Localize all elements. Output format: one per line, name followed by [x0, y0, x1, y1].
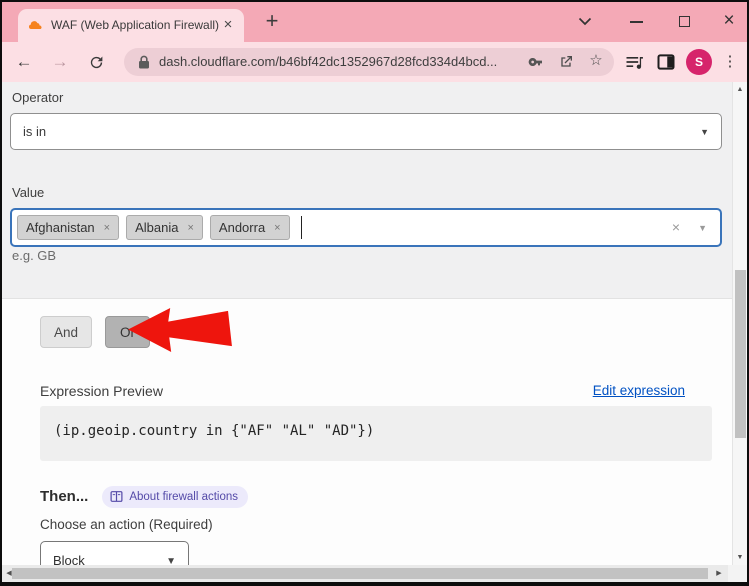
- vertical-scrollbar-thumb[interactable]: [735, 270, 746, 438]
- rule-logic-section: And Or Expression Preview Edit expressio…: [2, 299, 732, 565]
- tag-label: Afghanistan: [26, 220, 95, 235]
- tab-close-icon[interactable]: ×: [219, 16, 237, 34]
- action-select[interactable]: Block ▼: [40, 541, 189, 565]
- forward-button[interactable]: →: [48, 50, 72, 74]
- scrollbar-corner: [728, 565, 747, 582]
- media-controls-icon[interactable]: [624, 52, 644, 77]
- chevron-down-icon[interactable]: ▼: [698, 210, 707, 245]
- tab-title: WAF (Web Application Firewall) |: [51, 9, 219, 42]
- value-label: Value: [12, 185, 44, 200]
- tag-afghanistan: Afghanistan ×: [17, 215, 119, 240]
- tag-row: Afghanistan × Albania × Andorra ×: [17, 215, 302, 240]
- tag-remove-icon[interactable]: ×: [104, 222, 110, 234]
- tag-label: Andorra: [219, 220, 265, 235]
- side-panel-icon[interactable]: [656, 52, 676, 77]
- tag-remove-icon[interactable]: ×: [187, 222, 193, 234]
- action-value: Block: [53, 542, 85, 565]
- password-key-icon[interactable]: [528, 54, 544, 70]
- browser-menu-icon[interactable]: ⋮: [722, 50, 738, 74]
- scroll-up-icon[interactable]: ▲: [733, 86, 747, 93]
- annotation-arrow-icon: [126, 305, 234, 359]
- then-label: Then...: [40, 488, 88, 505]
- cloudflare-favicon-icon: [28, 18, 44, 34]
- chevron-down-icon: ▼: [700, 114, 709, 149]
- tag-remove-icon[interactable]: ×: [274, 222, 280, 234]
- scroll-down-icon[interactable]: ▼: [733, 554, 747, 561]
- browser-window: WAF (Web Application Firewall) | × + × ←…: [0, 0, 749, 586]
- edit-expression-link[interactable]: Edit expression: [593, 383, 685, 398]
- and-button[interactable]: And: [40, 316, 92, 348]
- tag-label: Albania: [135, 220, 178, 235]
- expression-preview-box: (ip.geoip.country in {"AF" "AL" "AD"}): [40, 406, 712, 461]
- minimize-button[interactable]: [630, 21, 643, 23]
- back-button[interactable]: ←: [12, 50, 36, 74]
- maximize-button[interactable]: [679, 16, 690, 27]
- address-bar[interactable]: dash.cloudflare.com/b46bf42dc1352967d28f…: [124, 48, 614, 76]
- value-hint: e.g. GB: [12, 248, 56, 263]
- scroll-right-icon[interactable]: ▶: [712, 565, 726, 582]
- reload-button[interactable]: [84, 50, 108, 74]
- tab-strip: WAF (Web Application Firewall) | × + ×: [2, 2, 747, 42]
- then-row: Then... About firewall actions: [40, 485, 248, 508]
- book-icon: [110, 490, 123, 503]
- share-icon[interactable]: [558, 54, 574, 70]
- rule-field-section: Operator is in ▼ Value Afghanistan × Alb…: [2, 82, 732, 299]
- horizontal-scrollbar-thumb[interactable]: [12, 568, 708, 579]
- value-multiselect[interactable]: Afghanistan × Albania × Andorra × × ▼: [10, 208, 722, 247]
- expression-preview-label: Expression Preview: [40, 383, 163, 399]
- window-close-button[interactable]: ×: [718, 2, 740, 42]
- tag-andorra: Andorra ×: [210, 215, 290, 240]
- profile-avatar[interactable]: S: [686, 49, 712, 75]
- chevron-down-icon: ▼: [166, 542, 176, 565]
- text-cursor: [301, 216, 303, 239]
- new-tab-button[interactable]: +: [258, 7, 286, 35]
- operator-label: Operator: [12, 90, 63, 105]
- tag-albania: Albania ×: [126, 215, 203, 240]
- badge-label: About firewall actions: [129, 491, 238, 503]
- lock-icon[interactable]: [138, 55, 150, 74]
- clear-field-icon[interactable]: ×: [672, 210, 680, 245]
- operator-select[interactable]: is in ▼: [10, 113, 722, 150]
- page-content: Operator is in ▼ Value Afghanistan × Alb…: [2, 82, 747, 565]
- expression-code: (ip.geoip.country in {"AF" "AL" "AD"}): [54, 423, 374, 439]
- url-text[interactable]: dash.cloudflare.com/b46bf42dc1352967d28f…: [159, 48, 497, 76]
- browser-toolbar: ← → dash.cloudflare.com/b46bf42dc1352967…: [2, 42, 747, 82]
- choose-action-label: Choose an action (Required): [40, 517, 213, 532]
- vertical-scrollbar[interactable]: ▲ ▼: [732, 82, 747, 565]
- about-firewall-actions-badge[interactable]: About firewall actions: [102, 486, 248, 508]
- browser-tab[interactable]: WAF (Web Application Firewall) | ×: [18, 9, 244, 42]
- tab-search-chevron-icon[interactable]: [578, 2, 598, 42]
- horizontal-scrollbar[interactable]: ◀ ▶: [2, 565, 747, 582]
- bookmark-star-icon[interactable]: ☆: [588, 51, 604, 67]
- operator-value: is in: [23, 114, 46, 149]
